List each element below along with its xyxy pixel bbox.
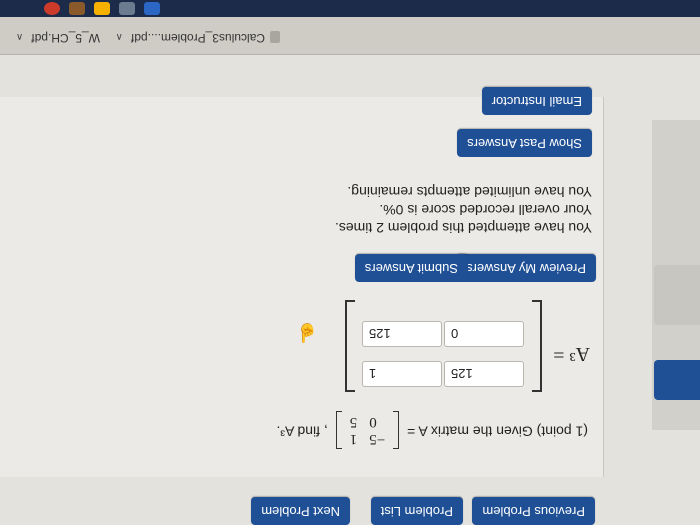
chevron-up-icon[interactable]: ∧ (16, 31, 23, 42)
answer-cell-1-2[interactable]: 1 (362, 361, 442, 387)
status-line: You have attempted this problem 2 times. (334, 220, 592, 236)
app-icon[interactable] (94, 2, 110, 15)
sidebar-tab-active[interactable] (654, 360, 700, 400)
answer-label: A³ = (553, 343, 590, 365)
show-past-answers-button[interactable]: Show Past Answers (457, 129, 592, 157)
download-filename: Calculus3_Problem....pdf (130, 31, 265, 45)
chevron-up-icon[interactable]: ∧ (116, 31, 123, 42)
answer-cell-1-1[interactable]: 125 (444, 361, 524, 387)
matrix-cell: 1 (349, 431, 358, 447)
hand-cursor-icon: ☝ (295, 323, 318, 343)
find-text: , find A³. (276, 423, 328, 440)
previous-problem-button[interactable]: Previous Problem (472, 497, 595, 525)
taskbar (0, 0, 700, 17)
matrix-cell: 5 (349, 414, 358, 430)
webwork-page: Previous Problem Problem List Next Probl… (0, 55, 700, 525)
problem-list-button[interactable]: Problem List (370, 497, 463, 525)
matrix-cell: 0 (369, 414, 377, 430)
app-icon[interactable] (69, 2, 85, 15)
submit-answers-button[interactable]: Submit Answers (354, 254, 468, 282)
screen: Previous Problem Problem List Next Probl… (0, 0, 700, 525)
preview-answers-button[interactable]: Preview My Answers (456, 254, 596, 282)
download-filename: W_5_CH.pdf (31, 31, 100, 45)
matrix-a: −5 1 0 5 (336, 413, 399, 447)
problem-statement: (1 point) Given the matrix A = −5 1 0 5 … (276, 413, 588, 447)
status-line: You have unlimited attempts remaining. (347, 184, 592, 200)
pdf-file-icon (270, 31, 280, 44)
download-item[interactable]: W_5_CH.pdf ∧ (16, 31, 100, 45)
answer-cell-2-1[interactable]: 0 (444, 321, 524, 347)
attempt-status: You have attempted this problem 2 times.… (335, 183, 592, 237)
left-sidebar (652, 120, 700, 430)
app-icon[interactable] (144, 2, 160, 15)
matrix-var: A = (407, 423, 428, 440)
download-shelf: Calculus3_Problem....pdf ∧ W_5_CH.pdf ∧ (0, 16, 700, 55)
answer-cell-2-2[interactable]: 125 (362, 321, 442, 347)
right-bracket (345, 300, 355, 392)
download-item[interactable]: Calculus3_Problem....pdf ∧ (116, 31, 280, 45)
status-line: Your overall recorded score is 0%. (379, 202, 592, 218)
next-problem-button[interactable]: Next Problem (251, 497, 350, 525)
app-icon[interactable] (44, 2, 60, 15)
sidebar-tab[interactable] (654, 265, 700, 325)
matrix-cell: −5 (369, 431, 386, 447)
problem-text: (1 point) Given the matrix (430, 423, 588, 440)
app-icon[interactable] (119, 2, 135, 15)
left-bracket (532, 300, 542, 392)
email-instructor-button[interactable]: Email Instructor (481, 87, 592, 115)
